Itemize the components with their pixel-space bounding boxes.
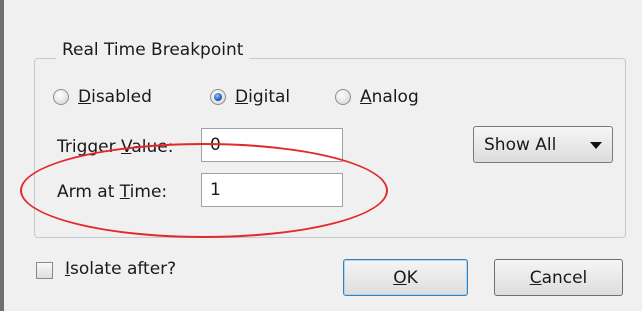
radio-digital-circle[interactable]: [210, 89, 226, 105]
radio-analog[interactable]: Analog: [335, 87, 419, 107]
radio-analog-label: Analog: [360, 87, 419, 107]
radio-digital[interactable]: Digital: [210, 87, 290, 107]
show-dropdown-value: Show All: [484, 134, 557, 155]
dropdown-arrow-icon[interactable]: [590, 142, 602, 149]
trigger-value-input[interactable]: 0: [201, 128, 343, 162]
show-all-dropdown[interactable]: Show All: [473, 126, 613, 163]
trigger-value-label: Trigger Value:: [57, 137, 174, 157]
isolate-after-checkbox[interactable]: [36, 262, 53, 279]
radio-analog-circle[interactable]: [335, 89, 351, 105]
arm-at-time-label: Arm at Time:: [57, 182, 168, 202]
isolate-after-label: Isolate after?: [65, 259, 177, 279]
radio-disabled-label: Disabled: [78, 87, 152, 107]
groupbox-title: Real Time Breakpoint: [56, 40, 250, 60]
arm-at-time-input[interactable]: 1: [201, 173, 343, 207]
ok-button[interactable]: OK: [343, 259, 468, 296]
cancel-button[interactable]: Cancel: [494, 259, 623, 296]
radio-digital-label: Digital: [235, 87, 291, 107]
window-left-border: [0, 0, 4, 311]
radio-disabled-circle[interactable]: [53, 89, 69, 105]
radio-disabled[interactable]: Disabled: [53, 87, 152, 107]
